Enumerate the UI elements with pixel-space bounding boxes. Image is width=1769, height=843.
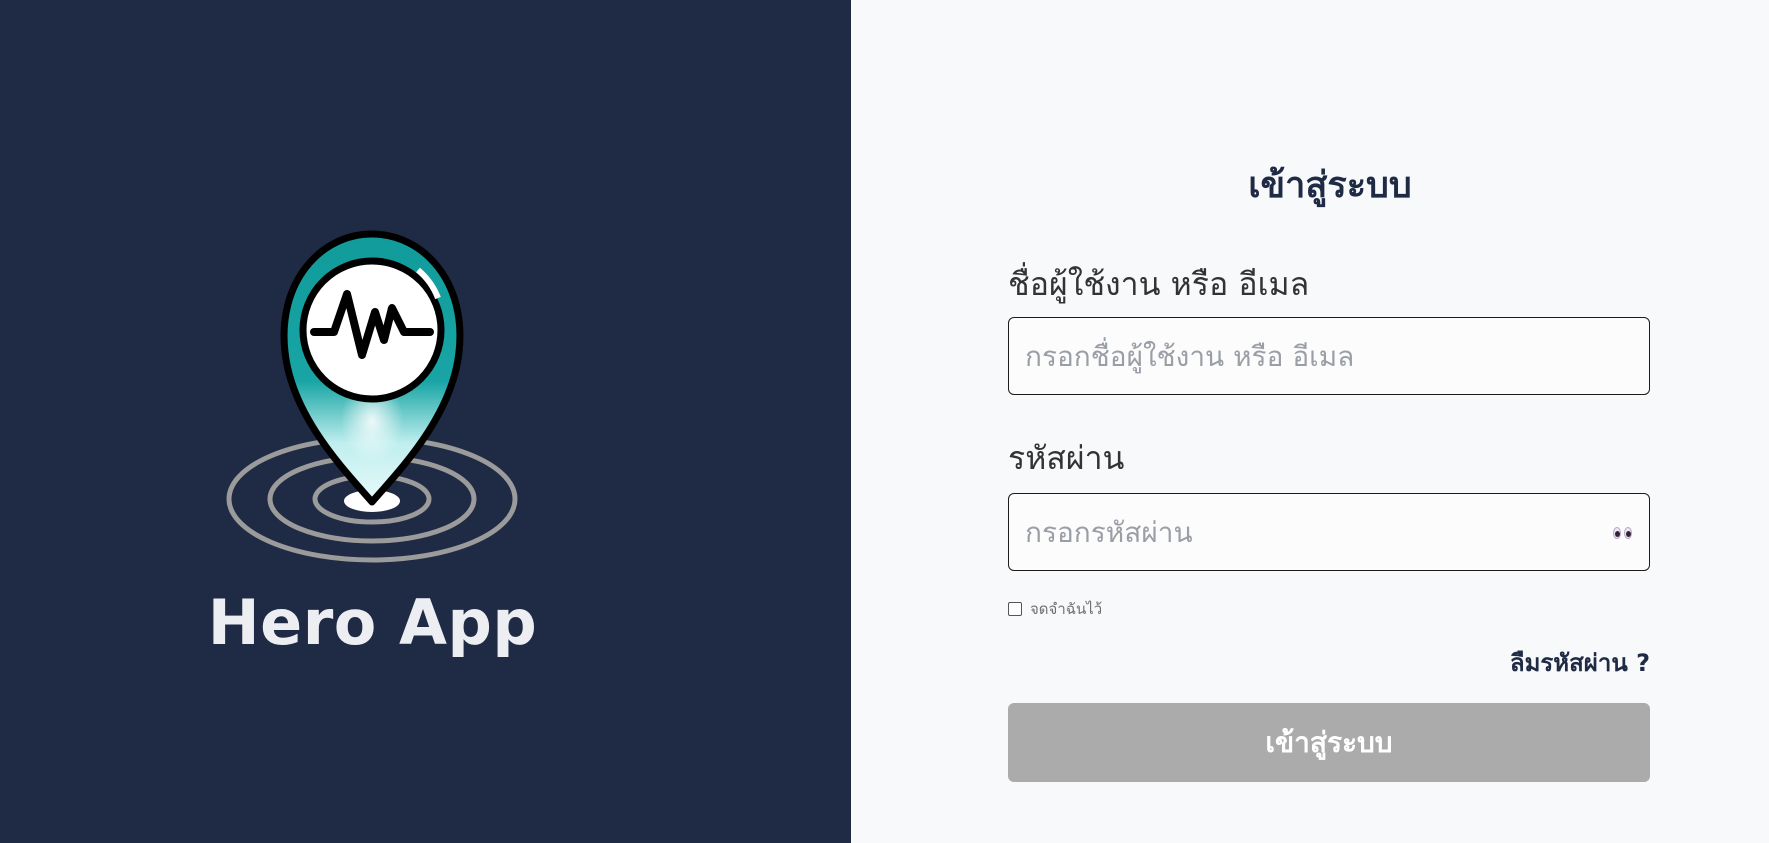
app-name: Hero App [207,586,538,659]
username-label: ชื่อผู้ใช้งาน หรือ อีเมล [1008,265,1310,303]
login-page: Hero App เข้าสู่ระบบ ชื่อผู้ใช้งาน หรือ … [0,0,1769,843]
location-pin-heartbeat-icon [226,230,518,563]
username-input[interactable] [1025,332,1599,380]
remember-me[interactable]: จดจำฉันไว้ [1008,597,1102,621]
login-form-panel: เข้าสู่ระบบ ชื่อผู้ใช้งาน หรือ อีเมล รหั… [851,0,1769,843]
eye-right [1624,527,1632,539]
login-button[interactable]: เข้าสู่ระบบ [1008,703,1650,782]
remember-me-label: จดจำฉันไว้ [1030,600,1103,618]
brand-panel: Hero App [0,0,851,843]
username-field-box [1008,317,1650,395]
page-title: เข้าสู่ระบบ [1248,165,1412,206]
remember-me-checkbox[interactable] [1008,602,1022,616]
eyes-icon[interactable] [1613,524,1635,542]
password-label: รหัสผ่าน [1008,439,1125,477]
eye-left [1613,527,1621,539]
forgot-password-link[interactable]: ลืมรหัสผ่าน ? [1510,646,1650,680]
password-input[interactable] [1025,508,1599,556]
password-field-box [1008,493,1650,571]
